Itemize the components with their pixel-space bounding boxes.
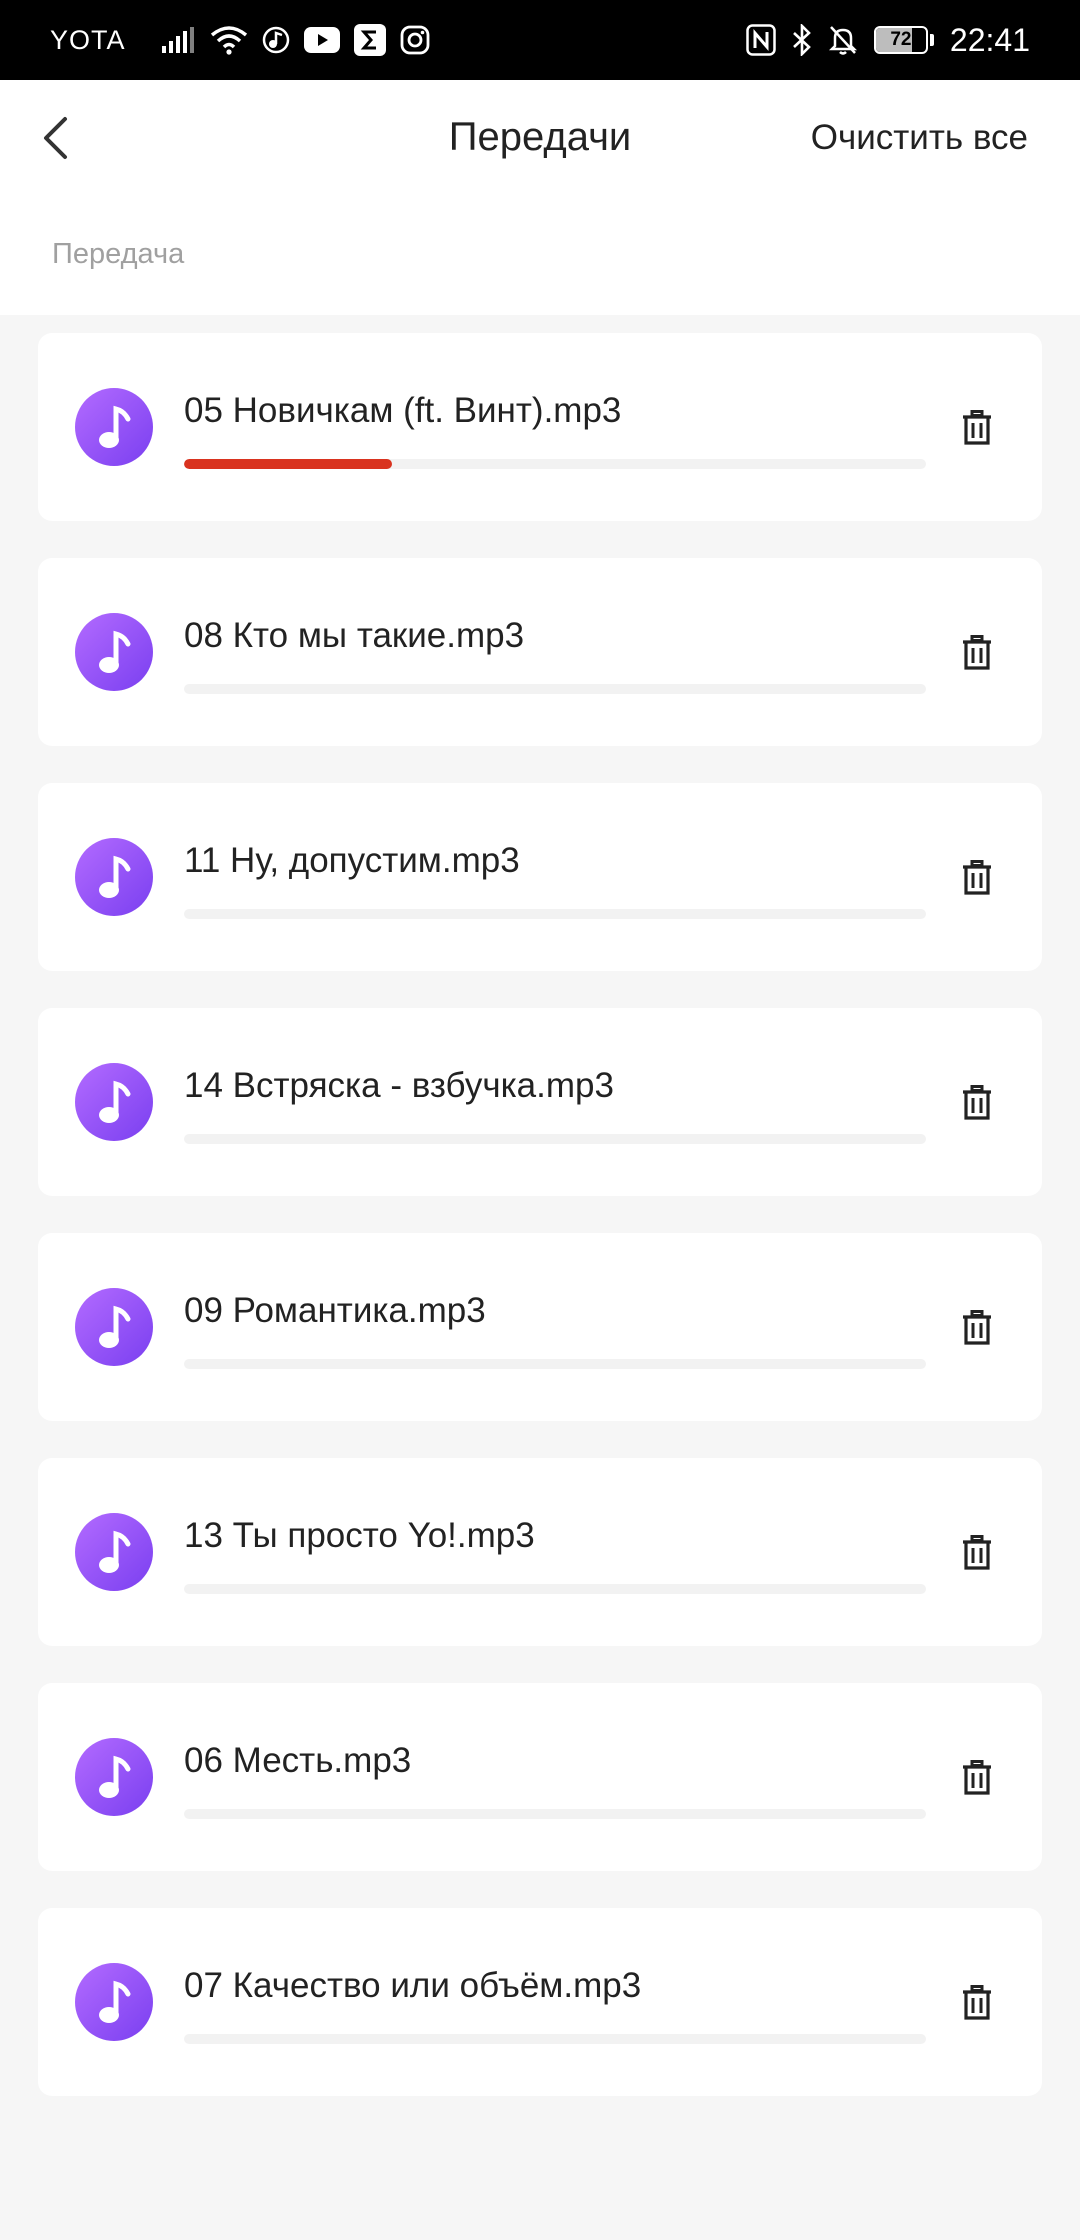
trash-icon <box>963 635 991 670</box>
delete-button[interactable] <box>950 1751 1004 1805</box>
music-note-icon <box>75 388 153 466</box>
delete-button[interactable] <box>950 626 1004 680</box>
trash-icon <box>963 1085 991 1120</box>
progress-bar <box>184 909 926 919</box>
section-label: Передача <box>52 238 185 270</box>
progress-bar <box>184 1584 926 1594</box>
progress-bar <box>184 459 926 469</box>
file-name: 07 Качество или объём.mp3 <box>184 1966 642 2005</box>
bluetooth-icon <box>792 24 812 56</box>
header: Передачи Очистить все Передача <box>0 80 1080 315</box>
carrier-name: YOTA <box>50 24 126 55</box>
delete-button[interactable] <box>950 1526 1004 1580</box>
music-note-icon <box>75 1738 153 1816</box>
file-name: 13 Ты просто Yo!.mp3 <box>184 1516 535 1555</box>
youtube-icon <box>303 27 340 53</box>
trash-icon <box>963 1310 991 1345</box>
music-note-icon <box>75 1963 153 2041</box>
transfer-item[interactable]: 13 Ты просто Yo!.mp3 <box>38 1458 1042 1646</box>
delete-button[interactable] <box>950 1976 1004 2030</box>
progress-fill <box>184 459 392 469</box>
clear-all-button[interactable]: Очистить все <box>811 118 1028 158</box>
transfer-item[interactable]: 08 Кто мы такие.mp3 <box>38 558 1042 746</box>
music-note-icon <box>75 838 153 916</box>
music-note-icon <box>75 1063 153 1141</box>
status-bar-right: 72 22:41 <box>746 22 1030 59</box>
wifi-icon <box>210 25 248 55</box>
file-name: 08 Кто мы такие.mp3 <box>184 616 525 655</box>
delete-button[interactable] <box>950 401 1004 455</box>
battery-icon: 72 <box>873 26 934 54</box>
music-note-icon <box>75 1288 153 1366</box>
file-name: 05 Новичкам (ft. Винт).mp3 <box>184 391 622 430</box>
progress-bar <box>184 2034 926 2044</box>
transfer-item[interactable]: 11 Ну, допустим.mp3 <box>38 783 1042 971</box>
delete-button[interactable] <box>950 1301 1004 1355</box>
transfer-item[interactable]: 09 Романтика.mp3 <box>38 1233 1042 1421</box>
status-bar: YOTA 72 22:41 <box>0 0 1080 80</box>
nfc-icon <box>746 24 776 56</box>
file-name: 14 Встряска - взбучка.mp3 <box>184 1066 614 1105</box>
trash-icon <box>963 410 991 445</box>
instagram-icon <box>400 25 430 55</box>
music-note-icon <box>75 1513 153 1591</box>
status-bar-left: YOTA <box>50 24 444 56</box>
trash-icon <box>963 1535 991 1570</box>
progress-bar <box>184 1809 926 1819</box>
trash-icon <box>963 1760 991 1795</box>
file-name: 06 Месть.mp3 <box>184 1741 412 1780</box>
file-name: 11 Ну, допустим.mp3 <box>184 841 520 880</box>
progress-bar <box>184 1359 926 1369</box>
signal-icon <box>161 27 196 53</box>
file-name: 09 Романтика.mp3 <box>184 1291 486 1330</box>
transfer-item[interactable]: 07 Качество или объём.mp3 <box>38 1908 1042 2096</box>
transfer-item[interactable]: 14 Встряска - взбучка.mp3 <box>38 1008 1042 1196</box>
transfer-item[interactable]: 06 Месть.mp3 <box>38 1683 1042 1871</box>
delete-button[interactable] <box>950 1076 1004 1130</box>
status-clock: 22:41 <box>949 21 1030 58</box>
trash-icon <box>963 1985 991 2020</box>
transfer-item[interactable]: 05 Новичкам (ft. Винт).mp3 <box>38 333 1042 521</box>
bell-off-icon <box>828 24 858 56</box>
transfer-list: 05 Новичкам (ft. Винт).mp3 08 Кто мы так… <box>38 333 1042 2133</box>
trash-icon <box>963 860 991 895</box>
progress-bar <box>184 684 926 694</box>
progress-bar <box>184 1134 926 1144</box>
battery-level: 72 <box>890 29 912 50</box>
delete-button[interactable] <box>950 851 1004 905</box>
music-app-icon <box>262 26 290 54</box>
music-note-icon <box>75 613 153 691</box>
sigma-app-icon <box>353 24 386 56</box>
